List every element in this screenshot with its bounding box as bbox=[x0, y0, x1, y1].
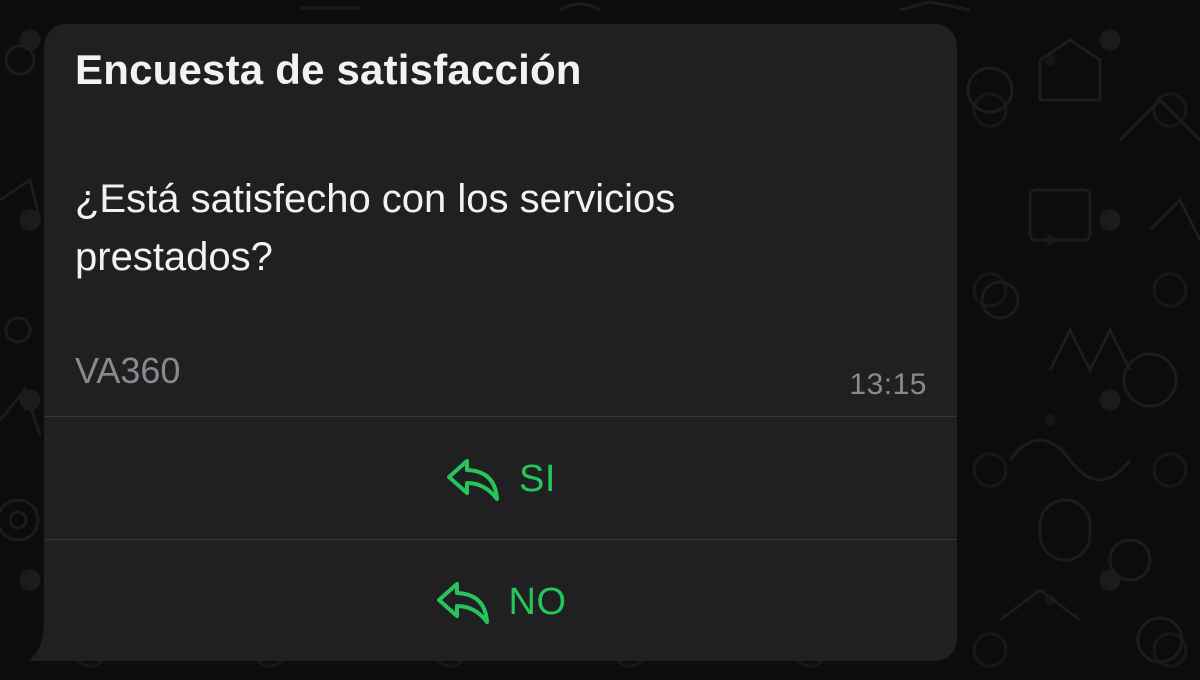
reply-icon bbox=[436, 582, 489, 624]
reply-icon bbox=[447, 459, 500, 501]
message-timestamp: 13:15 bbox=[849, 368, 927, 401]
message-footer: VA360 bbox=[75, 350, 181, 391]
message-bubble: Encuesta de satisfacción ¿Está satisfech… bbox=[44, 24, 957, 661]
reply-button-no[interactable]: NO bbox=[44, 542, 957, 661]
message-title: Encuesta de satisfacción bbox=[75, 46, 582, 93]
reply-button-label: SI bbox=[519, 457, 556, 500]
reply-button-si[interactable]: SI bbox=[44, 419, 957, 539]
reply-button-label: NO bbox=[508, 580, 567, 623]
divider bbox=[44, 539, 957, 540]
divider bbox=[44, 416, 957, 417]
message-body: ¿Está satisfecho con los servicios prest… bbox=[75, 177, 676, 279]
